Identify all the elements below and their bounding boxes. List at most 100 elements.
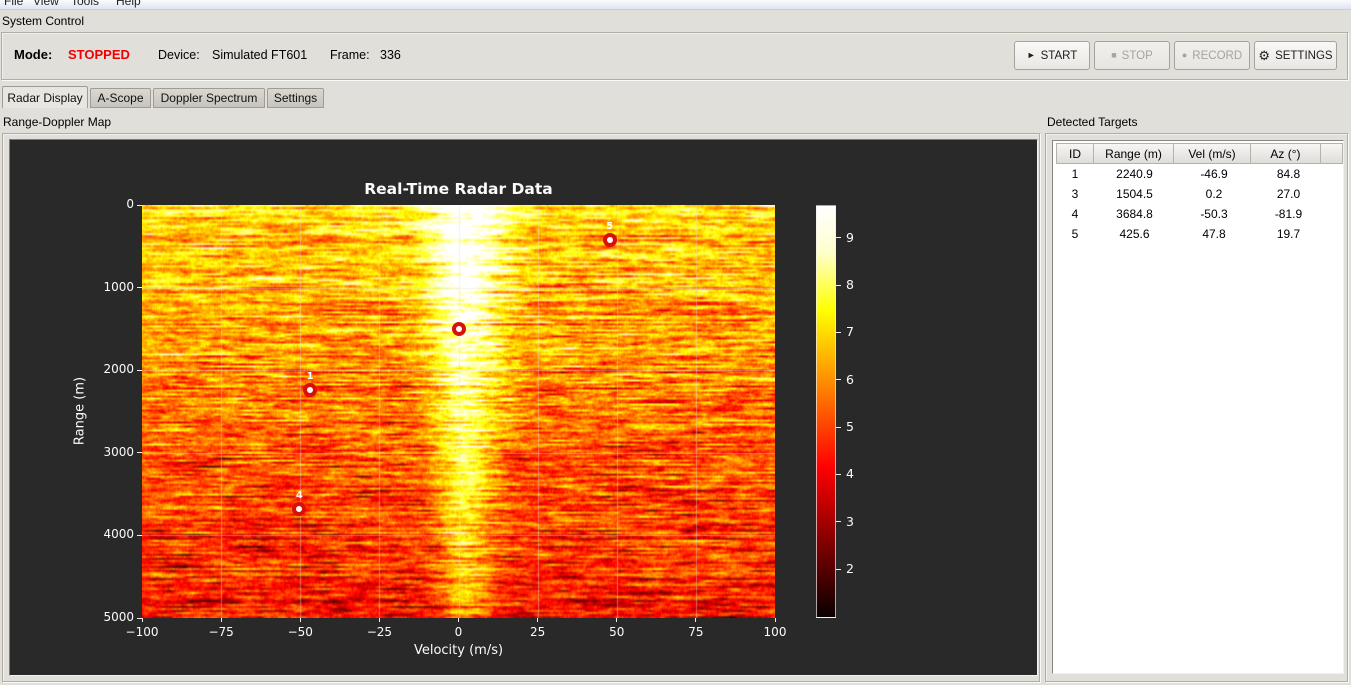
colorbar-tick [836, 379, 841, 381]
colorbar-tick-label: 9 [846, 229, 854, 245]
settings-button[interactable]: ⚙ SETTINGS [1254, 41, 1337, 70]
table-cell: -81.9 [1274, 207, 1303, 221]
menu-item-help[interactable]: Help [116, 0, 141, 8]
y-tick-label: 0 [126, 197, 134, 211]
column-header-az[interactable]: Az (°) [1250, 143, 1321, 164]
x-tick-label: −100 [125, 625, 159, 639]
colorbar-tick [836, 426, 841, 428]
colorbar [816, 205, 836, 618]
button-label: START [1040, 49, 1078, 62]
y-tick [137, 204, 142, 206]
y-tick [137, 617, 142, 619]
y-tick-label: 5000 [103, 610, 134, 624]
menu-bar: File View Tools Help [0, 0, 1351, 10]
x-axis-label: Velocity (m/s) [413, 643, 504, 658]
table-row[interactable]: 3 1504.5 0.2 27.0 [1053, 184, 1343, 204]
column-header-id[interactable]: ID [1056, 143, 1094, 164]
y-tick-label: 1000 [103, 279, 134, 294]
y-tick [137, 452, 142, 454]
frame-label: Frame: [330, 48, 370, 62]
table-row[interactable]: 1 2240.9 -46.9 84.8 [1053, 164, 1343, 184]
start-button[interactable]: ► START [1014, 41, 1090, 70]
table-cell: 1504.5 [1116, 187, 1153, 201]
button-label: STOP [1121, 49, 1153, 62]
tab-doppler-spectrum[interactable]: Doppler Spectrum [153, 88, 265, 108]
target-marker-label: 4 [295, 490, 303, 502]
table-cell: 84.8 [1276, 167, 1301, 181]
table-cell: 2240.9 [1116, 167, 1153, 181]
table-cell: 3 [1071, 187, 1079, 201]
colorbar-tick-label: 3 [846, 513, 854, 529]
device-value: Simulated FT601 [212, 48, 308, 62]
record-button[interactable]: ● RECORD [1174, 41, 1250, 70]
colorbar-tick-label: 8 [846, 277, 854, 293]
colorbar-tick-label: 6 [846, 371, 854, 387]
tab-settings[interactable]: Settings [267, 88, 324, 108]
column-header-range-m[interactable]: Range (m) [1093, 143, 1174, 164]
button-label: RECORD [1192, 49, 1243, 62]
colorbar-tick-label: 2 [846, 561, 854, 577]
mode-status-value: STOPPED [68, 47, 130, 62]
stop-button[interactable]: ■ STOP [1094, 41, 1170, 70]
x-tick-label: 25 [529, 625, 546, 639]
range-doppler-heatmap [142, 205, 775, 618]
system-control-title: System Control [2, 14, 85, 28]
target-marker-5 [602, 233, 617, 248]
column-header-vel-m-s[interactable]: Vel (m/s) [1173, 143, 1251, 164]
x-tick [141, 618, 143, 622]
table-header-row: ID Range (m) Vel (m/s) Az (°) [1053, 141, 1343, 164]
table-body: 1 2240.9 -46.9 84.8 3 1504.5 0.2 27.0 4 3684.8 -50… [1053, 164, 1343, 244]
plot-title: Real-Time Radar Data [364, 180, 553, 198]
table-cell: 27.0 [1276, 187, 1301, 201]
detected-targets-title: Detected Targets [1047, 115, 1138, 129]
colorbar-tick [836, 284, 841, 286]
y-tick-label: 3000 [103, 444, 134, 459]
x-tick [616, 618, 618, 622]
x-tick-label: 0 [454, 625, 463, 639]
y-tick-label: 2000 [103, 362, 134, 377]
table-cell: 47.8 [1202, 227, 1226, 241]
colorbar-tick-label: 4 [846, 466, 854, 482]
table-cell: -46.9 [1200, 167, 1228, 181]
y-tick [137, 534, 142, 536]
mode-label: Mode: [14, 47, 53, 62]
colorbar-tick [836, 568, 841, 570]
table-row[interactable]: 4 3684.8 -50.3 -81.9 [1053, 204, 1343, 224]
x-tick-label: −75 [208, 625, 234, 639]
x-tick [378, 618, 380, 622]
detected-targets-table: ID Range (m) Vel (m/s) Az (°) 1 2240.9 -46.9 8… [1052, 140, 1344, 674]
table-cell: 4 [1071, 207, 1079, 221]
x-tick-label: 50 [609, 625, 625, 639]
table-cell: -50.3 [1200, 207, 1228, 221]
button-label: SETTINGS [1275, 49, 1333, 62]
menu-item-file[interactable]: File [4, 0, 23, 8]
colorbar-tick [836, 237, 841, 239]
menu-item-tools[interactable]: Tools [71, 0, 99, 8]
colorbar-tick [836, 473, 841, 475]
x-tick [695, 618, 697, 622]
colorbar-tick-label: 5 [846, 419, 854, 435]
colorbar-tick [836, 331, 841, 333]
x-tick [299, 618, 301, 622]
colorbar-tick-label: 7 [846, 324, 854, 340]
range-doppler-map-title: Range-Doppler Map [3, 115, 112, 129]
x-tick-label: −25 [366, 625, 393, 639]
x-tick-label: 100 [763, 625, 787, 639]
menu-item-view[interactable]: View [33, 0, 59, 8]
stop-icon: ■ [1111, 50, 1117, 60]
column-header-filler [1320, 143, 1343, 164]
x-tick [774, 618, 776, 622]
tab-radar-display[interactable]: Radar Display [2, 86, 88, 108]
y-axis-label: Range (m) [72, 376, 88, 446]
table-row[interactable]: 5 425.6 47.8 19.7 [1053, 224, 1343, 244]
table-cell: 1 [1071, 167, 1079, 181]
radar-app-window: File View Tools Help System Control Mode: S… [0, 0, 1351, 685]
tab-a-scope[interactable]: A-Scope [90, 88, 151, 108]
table-cell: 3684.8 [1116, 207, 1153, 221]
colorbar-tick [836, 521, 841, 523]
x-tick [220, 618, 222, 622]
x-tick-label: −50 [287, 625, 313, 639]
record-icon: ● [1181, 50, 1188, 60]
device-label: Device: [158, 48, 200, 62]
play-icon: ► [1026, 50, 1036, 60]
